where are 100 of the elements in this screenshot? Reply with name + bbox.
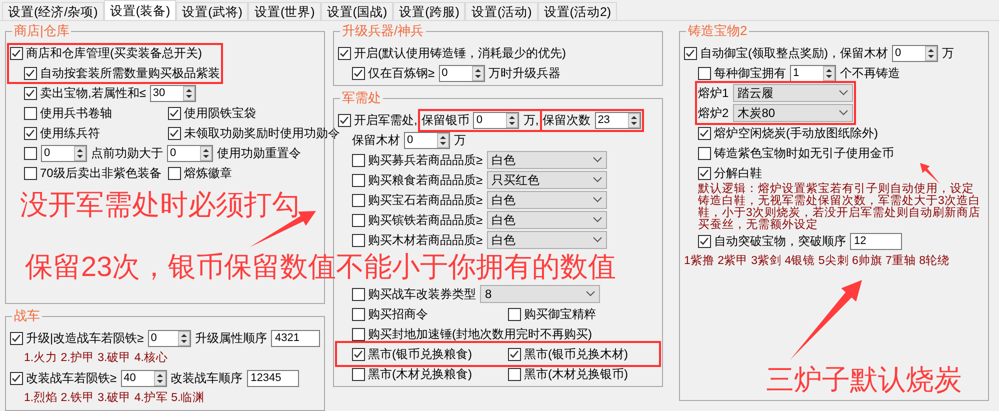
checkbox[interactable]: 购买御宝精粹: [508, 306, 658, 322]
checkbox[interactable]: 仅在百炼钢≥: [352, 66, 435, 80]
checkbox[interactable]: 黑市(木材兑换银币): [508, 366, 658, 382]
field-label: 升级属性顺序: [195, 330, 268, 346]
spin-field[interactable]: 0: [473, 112, 520, 128]
field-label: 万: [942, 46, 954, 60]
chevron-down-icon: [838, 110, 848, 116]
checkbox[interactable]: 购买镔铁若商品品质≥: [352, 212, 483, 228]
checkbox[interactable]: 使用练兵符: [24, 126, 164, 140]
spin-field[interactable]: 23: [594, 112, 641, 128]
input-field[interactable]: 12: [850, 232, 902, 250]
checkbox[interactable]: 开启军需处,: [338, 112, 418, 128]
spin-field[interactable]: 1: [790, 64, 836, 82]
tab[interactable]: 设置(活动): [465, 2, 538, 20]
tab[interactable]: 设置(经济/杂项): [2, 2, 104, 20]
spinner-arrows-icon: [74, 146, 86, 160]
checkbox[interactable]: 熔炉空闲烧炭(手动放图纸除外): [698, 126, 878, 140]
checkbox[interactable]: 购买粮食若商品品质≥: [352, 172, 483, 188]
group-title: 军需处: [340, 90, 383, 106]
spin-field[interactable]: 40: [120, 370, 167, 386]
input-field[interactable]: 12345: [246, 370, 299, 386]
tab[interactable]: 设置(武将): [176, 2, 248, 20]
group-title: 升级兵器/神兵: [340, 23, 426, 39]
checkbox[interactable]: 黑市(银币兑换木材): [508, 346, 658, 362]
tab[interactable]: 设置(世界): [248, 2, 321, 20]
tab[interactable]: 设置(跨服): [393, 2, 466, 20]
checkbox[interactable]: 商店和仓库管理(买卖装备总开关): [10, 46, 202, 60]
checkbox[interactable]: 升级|改造战车若陨铁≥: [10, 330, 144, 346]
spinner-arrows-icon: [182, 86, 195, 100]
field-label: 使用功勋重置令: [217, 146, 301, 160]
chevron-down-icon: [592, 197, 602, 203]
checkbox[interactable]: 自动突破宝物，突破顺序: [698, 234, 846, 248]
group-title: 商店|仓库: [12, 23, 72, 39]
checkbox[interactable]: 购买招商令: [352, 306, 504, 322]
dropdown[interactable]: 踏云履: [732, 84, 853, 102]
spin-field[interactable]: 30: [150, 84, 196, 102]
field-label: 改装战车顺序: [170, 370, 243, 386]
checkbox[interactable]: 每种御宝拥有: [698, 66, 786, 80]
checkbox[interactable]: 购买封地加速锤(封地次数用完时不再购买): [352, 326, 592, 342]
annotation-text: 保留23次，银币保留数值不能小于你拥有的数值: [25, 251, 616, 283]
dropdown[interactable]: 8: [480, 285, 600, 303]
input-field[interactable]: 4321: [271, 330, 320, 346]
checkbox[interactable]: 购买木材若商品品质≥: [352, 232, 483, 248]
checkbox[interactable]: 自动按套装所需数量购买极品紫装: [24, 66, 220, 80]
spin-field[interactable]: 0: [167, 144, 213, 162]
chevron-down-icon: [592, 237, 602, 243]
field-label: 保留木材: [352, 132, 400, 148]
checkbox[interactable]: 自动御宝(领取整点奖励)，保留木材: [684, 46, 888, 60]
spin-field[interactable]: 0: [438, 64, 485, 82]
tab[interactable]: 设置(国战): [320, 2, 394, 20]
tab[interactable]: 设置(活动2): [538, 2, 618, 20]
checkbox[interactable]: 铸造紫色宝物时如无引子使用金币: [698, 146, 894, 160]
checkbox[interactable]: 熔炼徽章: [168, 166, 320, 180]
field-label: 点前功勋大于: [91, 146, 163, 160]
chevron-down-icon: [592, 217, 602, 223]
checkbox[interactable]: 70级后卖出非紫色装备: [24, 166, 164, 180]
checkbox[interactable]: 使用陨铁宝袋: [168, 106, 320, 120]
chevron-down-icon: [838, 90, 848, 96]
chevron-down-icon: [592, 157, 602, 163]
checkbox[interactable]: 使用兵书卷轴: [24, 106, 164, 120]
spinner-arrows-icon: [178, 330, 190, 346]
checkbox[interactable]: 分解白鞋: [698, 166, 762, 180]
dropdown[interactable]: 只买红色: [486, 171, 607, 189]
tab[interactable]: 设置(装备): [104, 0, 176, 20]
spin-field[interactable]: 0: [148, 330, 192, 346]
annotation-text: 三炉子默认烧炭: [766, 364, 962, 396]
checkbox[interactable]: 购买募兵若商品品质≥: [352, 152, 483, 168]
spinner-arrows-icon: [472, 66, 484, 80]
hint-text: 默认逻辑：熔炉设置紫宝若有引子则自动使用，设定铸造白鞋，无视军需处保留次数，军需处大于3次造白鞋，小于3次则烧炭，若没开启军需处则自动刷新商店买蚕丝，无需额外设定: [698, 183, 982, 231]
spin-field[interactable]: 0: [892, 44, 938, 62]
spinner-arrows-icon: [437, 132, 449, 148]
dropdown[interactable]: 白色: [486, 231, 607, 249]
spinner-arrows-icon: [823, 66, 835, 80]
spin-field[interactable]: 0: [41, 144, 87, 162]
checkbox[interactable]: 黑市(银币兑换粮食): [352, 346, 504, 362]
dropdown[interactable]: 白色: [486, 191, 607, 209]
field-label: 保留次数: [542, 112, 591, 128]
chevron-down-icon: [592, 177, 602, 183]
field-label: 个不再铸造: [840, 66, 900, 80]
checkbox[interactable]: 购买宝石若商品品质≥: [352, 192, 483, 208]
field-label: 万时升级兵器: [488, 66, 561, 80]
checkbox[interactable]: 改装战车若陨铁≥: [10, 370, 117, 386]
checkbox[interactable]: [24, 146, 37, 160]
spinner-arrows-icon: [628, 112, 640, 128]
hint-text: 1紫撸 2紫甲 3紫剑 4银镜 5尖刺 6帅旗 7重轴 8轮绕: [684, 255, 950, 267]
checkbox[interactable]: 购买战车改装券类型: [352, 286, 476, 302]
dropdown[interactable]: 白色: [486, 211, 607, 229]
field-label: 熔炉1: [698, 86, 729, 100]
checkbox[interactable]: 黑市(木材兑换粮食): [352, 366, 504, 382]
dropdown[interactable]: 木炭80: [732, 104, 853, 122]
checkbox[interactable]: 开启(默认使用铸造锤，消耗最少的优先): [338, 46, 566, 60]
spin-field[interactable]: 0: [404, 132, 450, 148]
field-label: 熔炉2: [698, 106, 729, 120]
field-label: 万: [454, 132, 466, 148]
checkbox[interactable]: 卖出宝物,若属性和≤: [24, 86, 146, 100]
hint-text: 1.火力 2.护甲 3.破甲 4.核心: [24, 352, 168, 364]
dropdown[interactable]: 白色: [486, 151, 607, 169]
spinner-arrows-icon: [925, 46, 937, 60]
chevron-down-icon: [586, 291, 595, 297]
spinner-arrows-icon: [200, 146, 212, 160]
